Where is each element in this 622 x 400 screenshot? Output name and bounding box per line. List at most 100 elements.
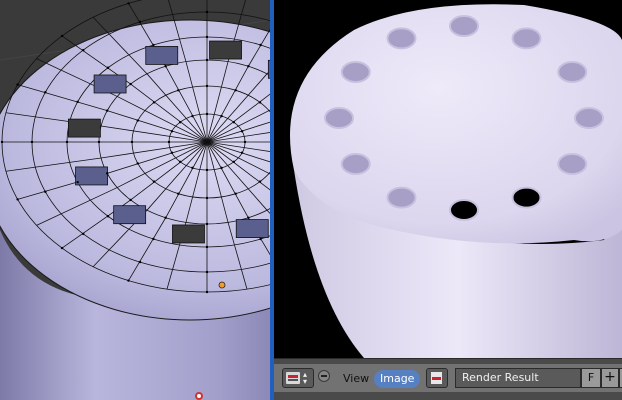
mesh-vertex <box>138 260 142 264</box>
mesh-hole <box>235 219 269 238</box>
image-editor-header: ▴ ▾ View Image Render Result F + <box>274 358 622 400</box>
editor-type-selector[interactable]: ▴ ▾ <box>282 368 314 388</box>
mesh-vertex <box>82 48 85 52</box>
menu-image[interactable]: Image <box>374 370 421 388</box>
fake-user-button[interactable]: F <box>581 368 601 388</box>
mesh-vertex <box>60 34 64 38</box>
mesh-vertex <box>259 43 262 47</box>
mesh-vertex <box>106 172 109 175</box>
render-hole <box>386 27 417 50</box>
mesh-vertex <box>191 114 194 118</box>
mesh-vertex <box>205 222 209 226</box>
mesh-vertex <box>234 89 237 92</box>
3d-viewport[interactable] <box>0 0 272 400</box>
mesh-vertex <box>177 192 180 195</box>
mesh-vertex <box>232 121 236 124</box>
selected-vertex <box>218 281 226 289</box>
mesh-vertex <box>129 198 132 202</box>
mesh-vertex <box>164 216 167 219</box>
mesh-vertex <box>205 84 209 88</box>
mesh-vertex <box>106 109 109 112</box>
image-editor[interactable]: ▴ ▾ View Image Render Result F + <box>274 0 622 400</box>
mesh-vertex <box>259 237 262 241</box>
mesh-vertex <box>232 160 236 163</box>
mesh-vertex <box>130 140 134 144</box>
mesh-vertex <box>152 180 156 183</box>
mesh-vertex <box>205 112 209 116</box>
mesh-vertex <box>127 279 130 282</box>
mesh-vertex <box>205 245 209 249</box>
render-hole <box>557 61 588 83</box>
mesh-vertex <box>247 216 250 219</box>
mesh-vertex <box>247 65 250 68</box>
render-hole <box>324 107 354 129</box>
mesh-vertex <box>258 180 262 183</box>
mesh-vertex <box>178 121 182 124</box>
render-hole <box>449 199 479 221</box>
render-hole <box>449 15 479 37</box>
image-editor-icon <box>286 372 300 384</box>
mesh-vertex <box>240 130 244 133</box>
mesh-vertex <box>129 82 132 86</box>
mesh-vertex <box>152 43 155 47</box>
mesh-vertex <box>177 89 180 92</box>
mesh-vertex <box>97 140 101 144</box>
render-hole <box>511 27 542 50</box>
plus-icon[interactable]: + <box>601 368 619 388</box>
mesh-wireframe-view[interactable] <box>0 0 272 400</box>
render-hole <box>511 186 542 209</box>
browse-image-button[interactable] <box>426 368 448 388</box>
mesh-vertex <box>205 58 209 62</box>
mesh-hole <box>209 40 242 60</box>
mesh-vertex <box>220 114 223 118</box>
render-hole <box>340 153 371 175</box>
mesh-vertex <box>138 20 142 24</box>
mesh-vertex <box>82 232 85 236</box>
mesh-vertex <box>0 140 4 144</box>
mesh-vertex <box>16 198 19 201</box>
mesh-hole <box>113 205 147 225</box>
mesh-vertex <box>60 246 64 250</box>
render-result-canvas <box>274 0 622 358</box>
mesh-vertex <box>240 151 244 154</box>
mesh-vertex <box>205 270 209 274</box>
mesh-vertex <box>170 130 174 133</box>
3d-cursor-icon <box>195 392 203 400</box>
mesh-vertex <box>205 196 209 200</box>
mesh-hole <box>75 166 108 186</box>
mesh-vertex <box>44 190 47 193</box>
mesh-vertex <box>220 166 223 170</box>
mesh-hole <box>93 74 127 94</box>
mesh-vertex <box>76 100 79 104</box>
render-image-icon <box>431 372 442 384</box>
mesh-vertex <box>65 140 69 144</box>
mesh-vertex <box>136 162 139 165</box>
mesh-vertex <box>205 168 209 172</box>
render-hole <box>340 61 371 83</box>
chevron-updown-icon: ▴ ▾ <box>303 370 308 386</box>
mesh-vertex <box>167 140 171 144</box>
mesh-vertex <box>136 119 139 122</box>
mesh-vertex <box>16 83 19 86</box>
mesh-vertex <box>30 140 34 144</box>
mesh-vertex <box>258 101 262 104</box>
menu-view[interactable]: View <box>337 370 375 388</box>
mesh-vertex <box>76 180 79 184</box>
mesh-vertex <box>178 160 182 163</box>
mesh-vertex <box>127 2 130 5</box>
mesh-hole <box>145 46 179 65</box>
mesh-vertex <box>205 290 209 294</box>
image-name-field[interactable]: Render Result <box>455 368 581 388</box>
mesh-vertex <box>44 91 47 94</box>
minus-icon[interactable] <box>318 370 330 382</box>
mesh-vertex <box>106 66 110 69</box>
mesh-vertex <box>205 35 209 39</box>
mesh-vertex <box>152 237 155 241</box>
mesh-vertex <box>243 140 247 144</box>
render-hole <box>557 153 588 175</box>
mesh-vertex <box>106 215 110 218</box>
mesh-hole <box>67 118 101 138</box>
mesh-vertex <box>191 166 194 170</box>
render-hole <box>386 186 417 209</box>
mesh-vertex <box>170 151 174 154</box>
